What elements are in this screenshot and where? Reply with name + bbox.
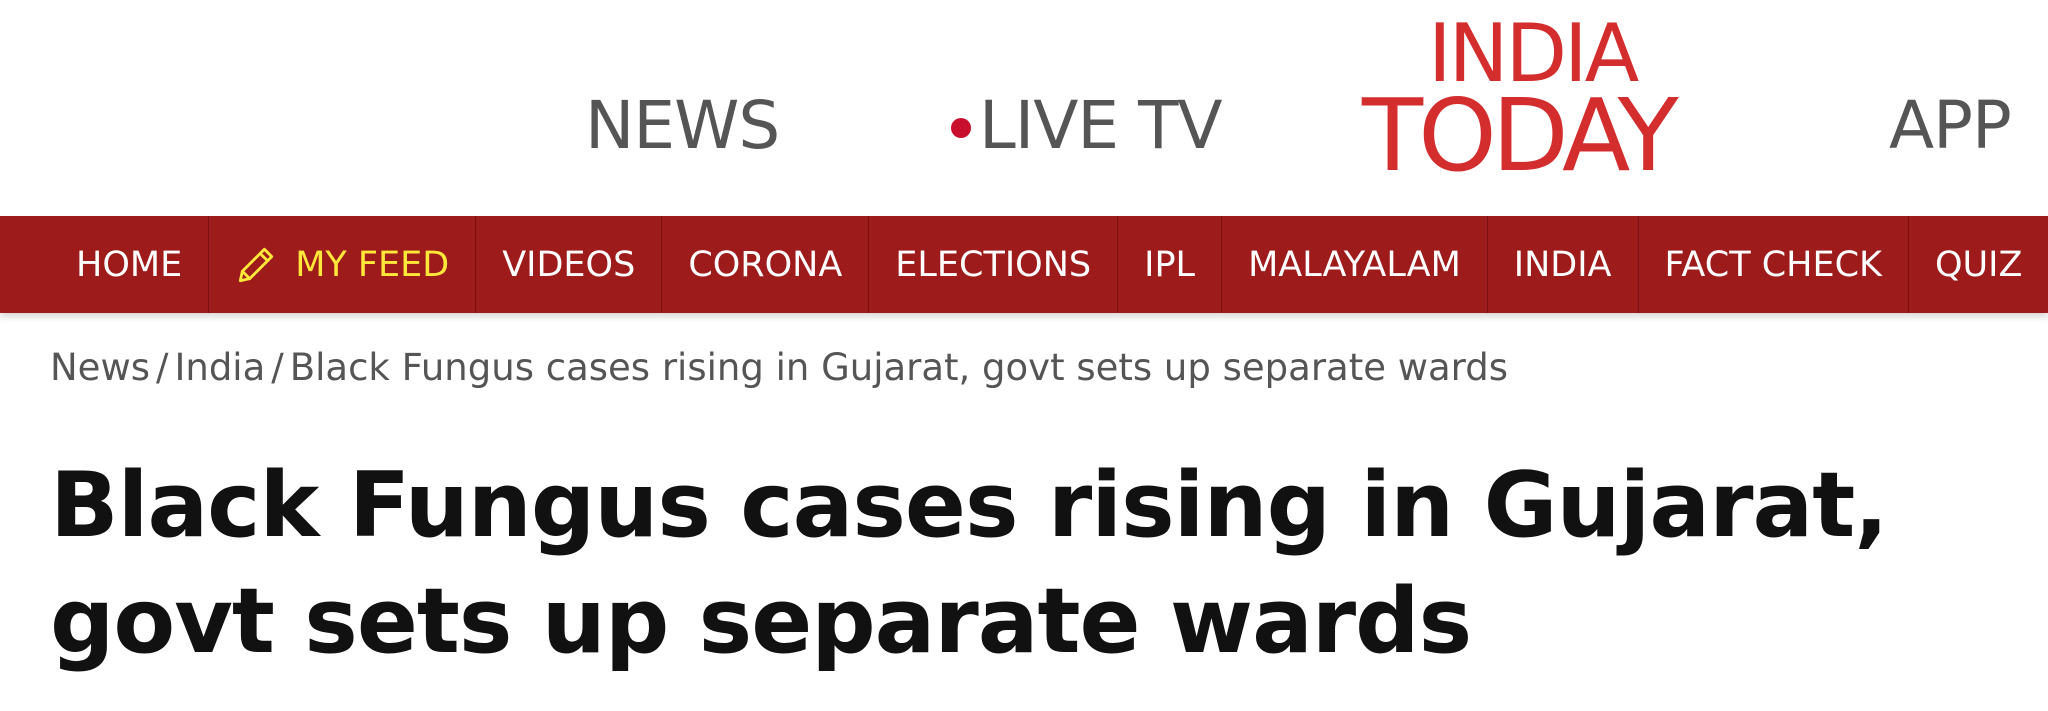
nav-item-ipl[interactable]: IPL xyxy=(1118,216,1223,313)
breadcrumb-separator: / xyxy=(271,346,284,389)
article-headline: Black Fungus cases rising in Gujarat, go… xyxy=(50,453,1888,674)
nav-item-videos[interactable]: VIDEOS xyxy=(476,216,663,313)
page: NEWS LIVE TV INDIA TODAY APP HOME MY FEE… xyxy=(0,0,2048,711)
breadcrumb: News / India / Black Fungus cases rising in … xyxy=(50,346,1508,389)
nav-item-corona[interactable]: CORONA xyxy=(662,216,870,313)
breadcrumb-separator: / xyxy=(155,346,169,389)
main-nav: HOME MY FEED VIDEOS CORONA ELECTIONS IPL… xyxy=(0,216,2048,313)
live-dot-icon xyxy=(951,118,971,138)
nav-item-malayalam[interactable]: MALAYALAM xyxy=(1222,216,1488,313)
live-tv-label: LIVE TV xyxy=(979,87,1223,164)
india-today-logo[interactable]: INDIA TODAY xyxy=(1362,14,1742,194)
app-link[interactable]: APP xyxy=(1889,93,2012,159)
breadcrumb-item-news[interactable]: News xyxy=(50,346,150,389)
nav-item-india[interactable]: INDIA xyxy=(1488,216,1639,313)
pencil-icon xyxy=(239,247,274,282)
live-tv-link[interactable]: LIVE TV xyxy=(951,93,1223,159)
nav-item-fact-check[interactable]: FACT CHECK xyxy=(1639,216,1909,313)
nav-item-elections[interactable]: ELECTIONS xyxy=(869,216,1119,313)
nav-item-my-feed-label: MY FEED xyxy=(295,244,450,285)
breadcrumb-item-india[interactable]: India xyxy=(174,346,265,389)
news-link[interactable]: NEWS xyxy=(585,93,780,159)
top-header: NEWS LIVE TV INDIA TODAY APP xyxy=(0,0,2048,216)
nav-item-quiz[interactable]: QUIZ xyxy=(1909,216,2048,313)
nav-item-home[interactable]: HOME xyxy=(52,216,210,313)
breadcrumb-item-current: Black Fungus cases rising in Gujarat, go… xyxy=(289,346,1509,389)
logo-text-today: TODAY xyxy=(1362,77,1679,194)
nav-item-my-feed[interactable]: MY FEED xyxy=(209,216,477,313)
